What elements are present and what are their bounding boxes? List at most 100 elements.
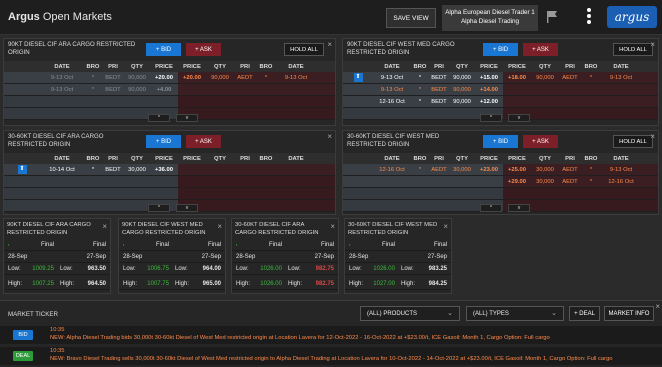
order-grid: DATE BRO PRI QTY PRICE PRICE QTY PRI BRO DATE 9-13… [4, 61, 335, 120]
hold-all-button[interactable]: HOLD ALL [284, 43, 324, 56]
add-bid-button[interactable]: + BID [146, 135, 181, 148]
user-account-selector[interactable]: Alpha European Diesel Trader 1 Alpha Die… [442, 5, 538, 31]
add-bid-button[interactable]: + BID [146, 43, 181, 56]
close-icon[interactable]: × [102, 222, 107, 231]
add-ask-button[interactable]: + ASK [186, 135, 221, 148]
types-filter-select[interactable]: (ALL) TYPES ⌄ [466, 306, 564, 321]
close-icon[interactable]: × [443, 222, 448, 231]
scroll-up-icon[interactable]: ^ [148, 204, 170, 212]
order-grid: DATE BRO PRI QTY PRICE PRICE QTY PRI BRO DATE ⬆ 9-1… [343, 61, 658, 120]
order-row[interactable]: 9-13 Oct * BEDT 90,000 +4.00 [4, 84, 335, 96]
low-row: Low: 1006.75 Low: 964.00 [119, 264, 225, 275]
value: 1027.00 [373, 281, 395, 287]
value: 1026.00 [260, 266, 282, 272]
ticker-message: NEW: Bravo Diesel Trading sells 30,000t … [50, 356, 613, 362]
close-icon[interactable]: × [650, 40, 655, 49]
ticker-item[interactable]: DEAL 10:35 NEW: Bravo Diesel Trading sel… [0, 347, 662, 365]
scroll-down-icon[interactable]: v [508, 204, 530, 212]
order-row[interactable]: 9-13 Oct * BEDT 90,000 +14.00 [343, 84, 658, 96]
bid-pri: BEDT [431, 86, 447, 93]
order-row[interactable]: +29.00 30,000 AEDT * 12-16 Oct [343, 176, 658, 188]
add-ask-button[interactable]: + ASK [186, 43, 221, 56]
date-row: 28-Sep 27-Sep [232, 252, 338, 263]
order-row[interactable]: ⬆ 9-13 Oct * BEDT 90,000 +15.00 +18.00 90,000 AE… [343, 72, 658, 84]
products-filter-select[interactable]: (ALL) PRODUCTS ⌄ [360, 306, 460, 321]
deal-badge: DEAL [13, 351, 33, 361]
pagination: ^ v [148, 114, 198, 122]
label: Low: [8, 266, 21, 272]
ask-side [503, 96, 658, 107]
value: 1006.75 [147, 266, 169, 272]
high-row-right: High: 964.50 [57, 281, 106, 287]
bullet: ▪ [123, 242, 125, 247]
row-tab[interactable]: ⬆ [343, 73, 373, 82]
bid-side: ⬆ 9-13 Oct * BEDT 90,000 +15.00 [343, 72, 503, 83]
ask-side [178, 176, 335, 187]
column-header: QTY [131, 63, 143, 70]
close-icon[interactable]: × [327, 132, 332, 141]
add-bid-button[interactable]: + BID [483, 43, 518, 56]
bid-date: 9-13 Oct [380, 86, 404, 93]
market-info-button[interactable]: MARKET INFO [604, 306, 654, 321]
save-view-button[interactable]: SAVE VIEW [386, 8, 436, 28]
scroll-up-icon[interactable]: ^ [148, 114, 170, 122]
column-header: PRI [434, 63, 444, 70]
ticker-title: MARKET TICKER [8, 311, 58, 318]
final-label: Final [381, 242, 395, 248]
order-row[interactable]: ⬆ 10-14 Oct * BEDT 30,000 +36.00 [4, 164, 335, 176]
pagination: ^ v [480, 114, 530, 122]
chevron-down-icon: ⌄ [447, 310, 453, 317]
scroll-down-icon[interactable]: v [176, 114, 198, 122]
order-row[interactable]: 12-16 Oct * BEDT 90,000 +12.00 [343, 96, 658, 108]
scroll-up-icon[interactable]: ^ [480, 204, 502, 212]
market-panel-90kt-west-med: 90KT DIESEL CIF WEST MED CARGO RESTRICTE… [342, 38, 659, 126]
row-tab[interactable]: ⬆ [4, 165, 40, 174]
hold-all-button[interactable]: HOLD ALL [613, 135, 653, 148]
bid-date: 9-13 Oct [50, 86, 74, 93]
value: 982.75 [315, 266, 334, 272]
add-ask-button[interactable]: + ASK [523, 43, 558, 56]
ask-side [178, 84, 335, 95]
close-icon[interactable]: × [655, 302, 660, 311]
scroll-down-icon[interactable]: v [508, 114, 530, 122]
close-icon[interactable]: × [330, 222, 335, 231]
own-order-tab-icon[interactable]: ⬆ [353, 73, 363, 82]
add-ask-button[interactable]: + ASK [523, 135, 558, 148]
close-icon[interactable]: × [327, 40, 332, 49]
final-label: Final [433, 242, 447, 248]
ticker-item[interactable]: BID 10:35 NEW: Alpha Diesel Trading bids… [0, 326, 662, 344]
own-order-tab-icon[interactable]: ⬆ [17, 165, 27, 174]
bid-header: DATE BRO PRI QTY PRICE [4, 61, 178, 72]
argus-logo: argus [607, 6, 657, 28]
panel-title: 30-60KT DIESEL CIF WEST MED RESTRICTED O… [347, 133, 440, 149]
add-bid-button[interactable]: + BID [483, 135, 518, 148]
ticker-time: 10:35 [50, 327, 65, 333]
panel-title: 30-60KT DIESEL CIF ARA CARGO RESTRICTED … [8, 133, 104, 149]
scroll-down-icon[interactable]: v [176, 204, 198, 212]
ask-bro: * [589, 178, 593, 185]
order-row[interactable]: 12-16 Oct * AEDT 30,000 +23.00 +25.00 30,000 AE… [343, 164, 658, 176]
order-row[interactable]: 9-13 Oct * BEDT 90,000 +20.00 +20.00 90,000 AED… [4, 72, 335, 84]
add-deal-button[interactable]: + DEAL [569, 306, 600, 321]
high-row-right: High: 982.75 [285, 281, 334, 287]
column-header: DATE [54, 63, 70, 70]
column-header: PRICE [155, 155, 173, 162]
scroll-up-icon[interactable]: ^ [480, 114, 502, 122]
close-icon[interactable]: × [217, 222, 222, 231]
ticker-message: NEW: Alpha Diesel Trading bids 30,000t 3… [50, 335, 550, 341]
more-menu-icon[interactable] [586, 6, 592, 28]
date-row: 28-Sep 27-Sep [4, 252, 110, 263]
close-icon[interactable]: × [650, 132, 655, 141]
bid-price: +36.00 [155, 166, 173, 173]
bid-pri: BEDT [105, 166, 121, 173]
label: High: [123, 281, 138, 287]
hold-all-button[interactable]: HOLD ALL [613, 43, 653, 56]
ask-bro: * [589, 74, 593, 81]
bid-side [343, 200, 503, 211]
bid-price: +23.00 [480, 166, 498, 173]
flag-icon[interactable] [546, 10, 558, 23]
card-title: 90KT DIESEL CIF WEST MED CARGO RESTRICTE… [122, 222, 206, 236]
final-right: Final [172, 242, 221, 248]
column-header: QTY [456, 155, 468, 162]
column-header: DATE [384, 63, 400, 70]
